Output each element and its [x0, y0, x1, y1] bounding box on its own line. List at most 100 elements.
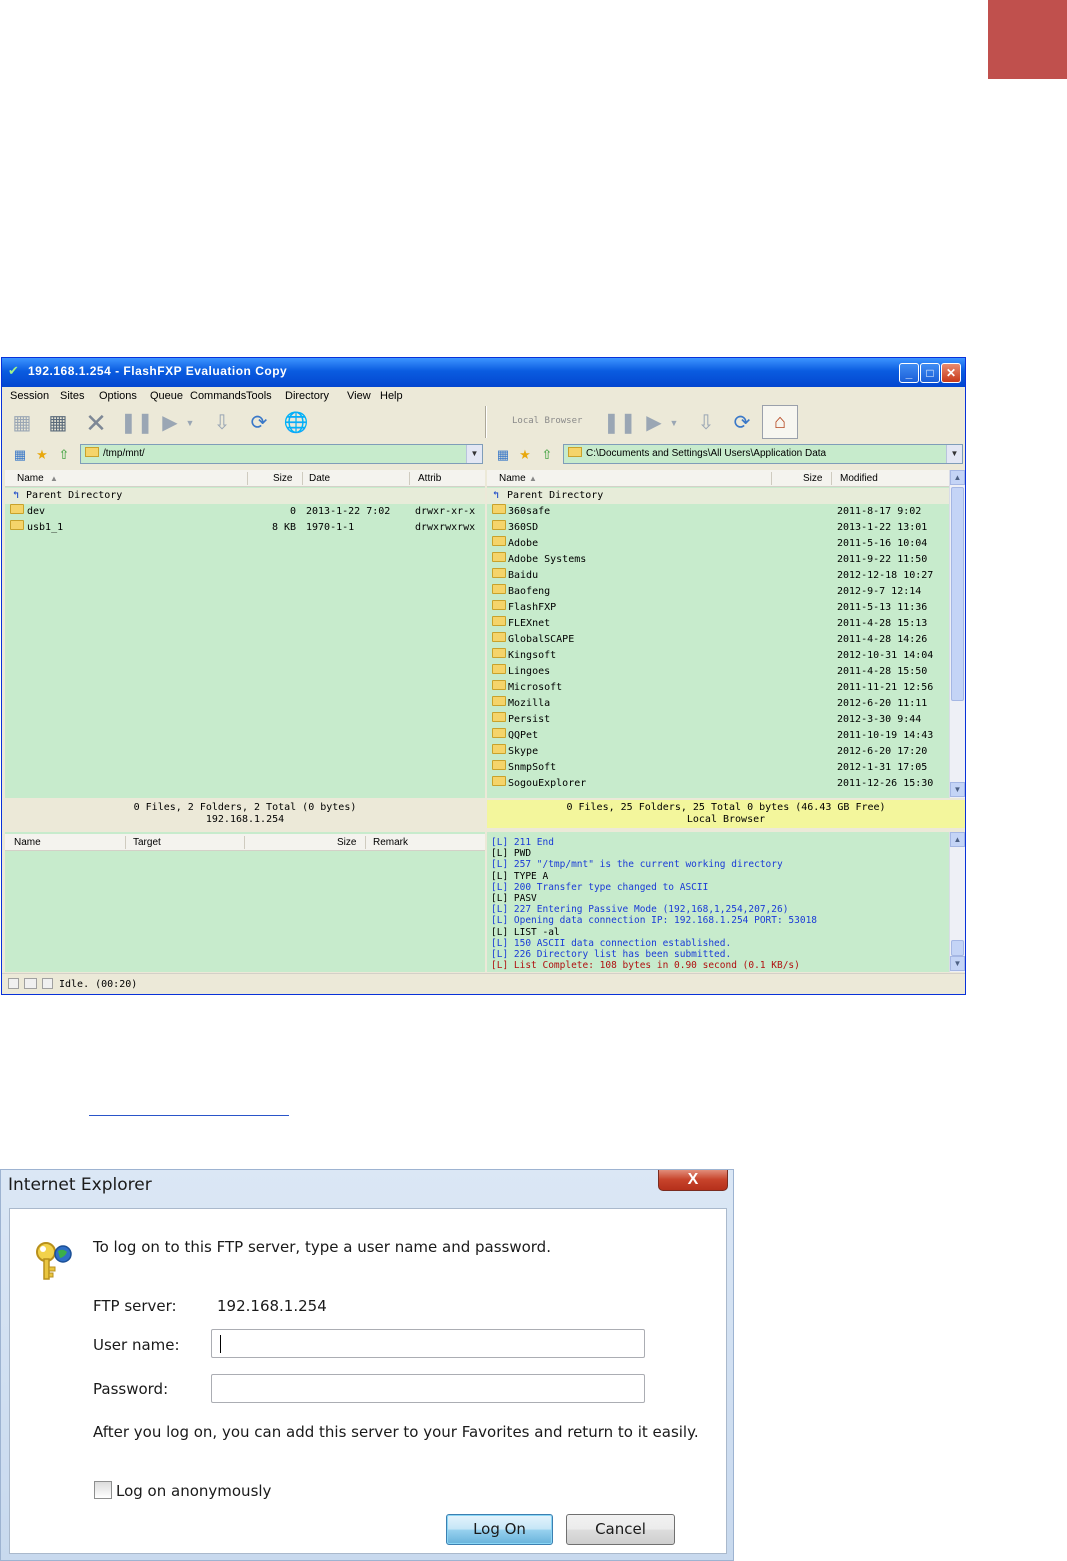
right-path-combo[interactable]: C:\Documents and Settings\All Users\Appl… — [563, 444, 963, 464]
parent-directory-icon[interactable]: ⇧ — [56, 447, 72, 463]
log-scrollbar[interactable]: ▲ ▼ — [949, 832, 965, 972]
menu-view[interactable]: View — [347, 387, 371, 405]
menu-options[interactable]: Options — [99, 387, 137, 405]
table-row[interactable]: Kingsoft 2012-10-31 14:04 — [487, 648, 950, 664]
scroll-thumb[interactable] — [951, 487, 964, 701]
chevron-down-icon[interactable]: ▼ — [466, 445, 482, 463]
right-toolbar: Local Browser ❚❚ ▶ ▼ ⇩ ⟳ ⌂ — [488, 405, 965, 441]
col-remark[interactable]: Remark — [373, 834, 408, 851]
connect-icon[interactable]: ▦ — [8, 409, 36, 437]
table-row[interactable]: SogouExplorer 2011-12-26 15:30 — [487, 776, 950, 792]
title-bar[interactable]: ✔ 192.168.1.254 - FlashFXP Evaluation Co… — [2, 358, 965, 387]
play-icon[interactable]: ▶ — [156, 409, 184, 437]
table-row[interactable]: Mozilla 2012-6-20 11:11 — [487, 696, 950, 712]
list-header: Name ▲ Size Modified — [487, 470, 950, 487]
site-manager-icon[interactable]: ▦ — [495, 447, 511, 463]
col-size[interactable]: Size — [337, 834, 356, 851]
col-size[interactable]: Size — [273, 470, 292, 487]
log-on-button[interactable]: Log On — [446, 1514, 553, 1545]
scroll-up-icon[interactable]: ▲ — [950, 832, 965, 847]
table-row[interactable]: GlobalSCAPE 2011-4-28 14:26 — [487, 632, 950, 648]
folder-icon — [10, 520, 24, 530]
file-name: 360safe — [508, 506, 551, 517]
file-modified: 2011-10-19 14:43 — [837, 730, 934, 741]
file-name: dev — [27, 506, 46, 517]
file-name: Baofeng — [508, 586, 551, 597]
table-row[interactable]: Microsoft 2011-11-21 12:56 — [487, 680, 950, 696]
table-row[interactable]: 360SD 2013-1-22 13:01 — [487, 520, 950, 536]
table-row[interactable]: Skype 2012-6-20 17:20 — [487, 744, 950, 760]
parent-directory-row[interactable]: ↰ Parent Directory — [487, 488, 950, 504]
table-row[interactable]: Adobe 2011-5-16 10:04 — [487, 536, 950, 552]
col-size[interactable]: Size — [803, 470, 822, 487]
home-icon[interactable]: ⌂ — [762, 405, 798, 439]
menu-session[interactable]: Session — [10, 387, 49, 405]
transfer-icon[interactable]: ⇩ — [208, 409, 236, 437]
link-underline[interactable] — [89, 1115, 289, 1116]
table-row[interactable]: QQPet 2011-10-19 14:43 — [487, 728, 950, 744]
play-icon[interactable]: ▶ — [640, 409, 668, 437]
table-row[interactable]: Baofeng 2012-9-7 12:14 — [487, 584, 950, 600]
menu-tools[interactable]: Tools — [246, 387, 272, 405]
sort-up-icon: ▲ — [50, 474, 58, 483]
favorites-star-icon[interactable]: ★ — [517, 447, 533, 463]
scroll-thumb[interactable] — [951, 940, 964, 956]
menu-directory[interactable]: Directory — [285, 387, 329, 405]
scroll-down-icon[interactable]: ▼ — [950, 782, 965, 797]
table-row[interactable]: FLEXnet 2011-4-28 15:13 — [487, 616, 950, 632]
refresh-icon[interactable]: ⟳ — [245, 409, 273, 437]
table-row[interactable]: 360safe 2011-8-17 9:02 — [487, 504, 950, 520]
table-row[interactable]: Adobe Systems 2011-9-22 11:50 — [487, 552, 950, 568]
username-field[interactable] — [211, 1329, 645, 1358]
table-row[interactable]: FlashFXP 2011-5-13 11:36 — [487, 600, 950, 616]
col-modified[interactable]: Modified — [840, 470, 878, 487]
text-caret — [220, 1335, 221, 1353]
file-modified: 2012-3-30 9:44 — [837, 714, 922, 725]
table-row[interactable]: Persist 2012-3-30 9:44 — [487, 712, 950, 728]
maximize-button[interactable]: □ — [920, 363, 940, 383]
table-row[interactable]: dev 0 2013-1-22 7:02 drwxr-xr-x — [5, 504, 485, 520]
password-field[interactable] — [211, 1374, 645, 1403]
play-dropdown-icon[interactable]: ▼ — [184, 409, 196, 437]
menu-sites[interactable]: Sites — [60, 387, 84, 405]
transfer-icon[interactable]: ⇩ — [692, 409, 720, 437]
col-name[interactable]: Name — [17, 470, 44, 487]
scroll-up-icon[interactable]: ▲ — [950, 470, 965, 485]
file-name: 360SD — [508, 522, 539, 533]
chevron-down-icon[interactable]: ▼ — [946, 445, 962, 463]
col-name[interactable]: Name — [499, 470, 526, 487]
pause-icon[interactable]: ❚❚ — [120, 409, 154, 437]
col-name[interactable]: Name — [14, 834, 41, 851]
table-row[interactable]: SnmpSoft 2012-1-31 17:05 — [487, 760, 950, 776]
table-row[interactable]: Lingoes 2011-4-28 15:50 — [487, 664, 950, 680]
menu-help[interactable]: Help — [380, 387, 403, 405]
file-date: 1970-1-1 — [306, 522, 355, 533]
col-target[interactable]: Target — [133, 834, 161, 851]
anonymous-checkbox[interactable] — [94, 1481, 112, 1499]
pause-icon[interactable]: ❚❚ — [603, 409, 637, 437]
refresh-icon[interactable]: ⟳ — [728, 409, 756, 437]
left-path-combo[interactable]: /tmp/mnt/ ▼ — [80, 444, 483, 464]
site-manager-icon[interactable]: ▦ — [12, 447, 28, 463]
col-attrib[interactable]: Attrib — [418, 470, 441, 487]
cancel-button[interactable]: Cancel — [566, 1514, 675, 1545]
local-list-scrollbar[interactable]: ▲ ▼ — [949, 470, 965, 798]
abort-icon[interactable]: ✕ — [82, 409, 110, 437]
parent-directory-icon[interactable]: ⇧ — [539, 447, 555, 463]
play-dropdown-icon[interactable]: ▼ — [668, 409, 680, 437]
table-row[interactable]: Baidu 2012-12-18 10:27 — [487, 568, 950, 584]
globe-icon[interactable]: 🌐 — [282, 409, 310, 437]
scroll-down-icon[interactable]: ▼ — [950, 956, 965, 971]
table-row[interactable]: usb1_1 8 KB 1970-1-1 drwxrwxrwx — [5, 520, 485, 536]
close-button[interactable]: ✕ — [941, 363, 961, 383]
anonymous-label[interactable]: Log on anonymously — [116, 1482, 271, 1500]
disconnect-icon[interactable]: ▦ — [44, 409, 72, 437]
col-date[interactable]: Date — [309, 470, 330, 487]
favorites-star-icon[interactable]: ★ — [34, 447, 50, 463]
menu-commands[interactable]: Commands — [190, 387, 246, 405]
minimize-button[interactable]: _ — [899, 363, 919, 383]
close-button[interactable]: X — [658, 1170, 728, 1191]
parent-directory-row[interactable]: ↰ Parent Directory — [5, 488, 485, 504]
menu-queue[interactable]: Queue — [150, 387, 183, 405]
file-date: 2013-1-22 7:02 — [306, 506, 391, 517]
